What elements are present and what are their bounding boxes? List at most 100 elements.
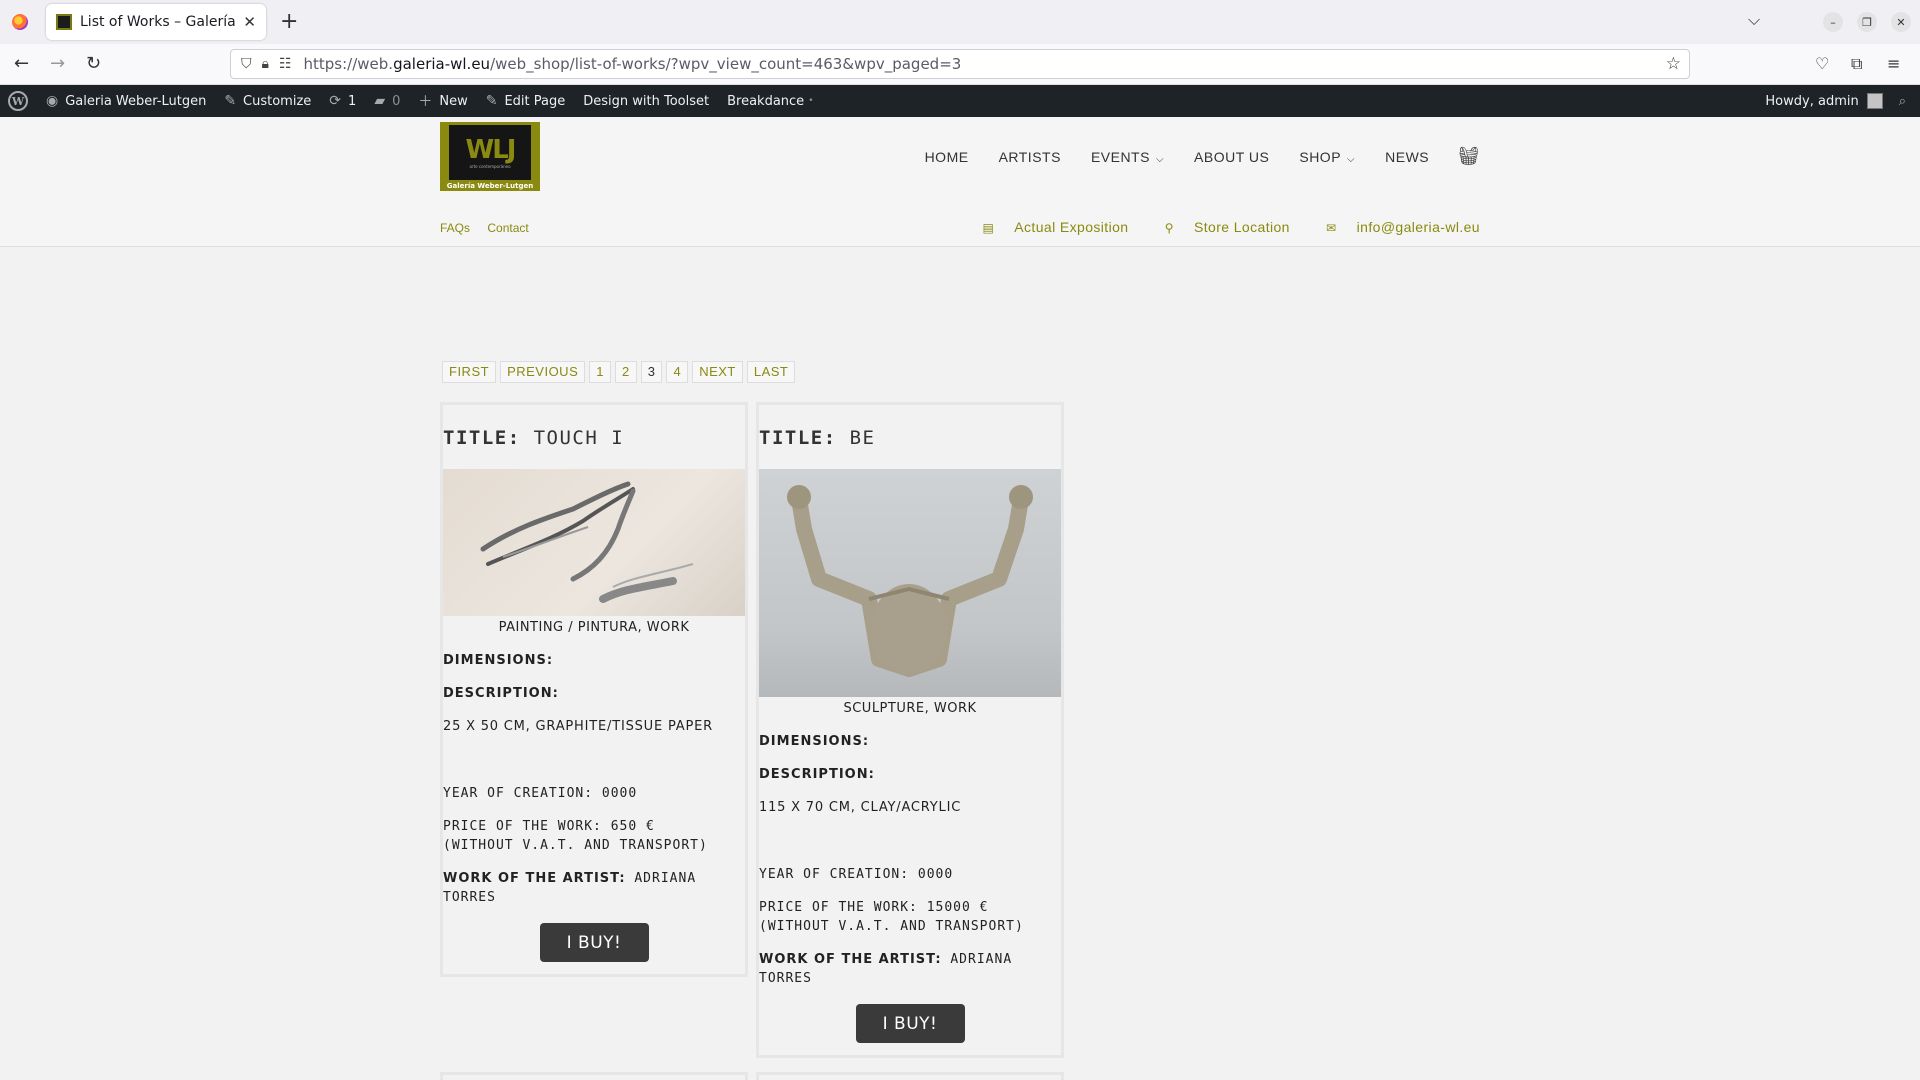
page-last[interactable]: LAST (746, 361, 796, 383)
updates-icon: ⟳ (329, 93, 342, 109)
map-pin-icon: ⚲ (1164, 221, 1174, 235)
bookmark-star-icon[interactable]: ☆ (1666, 54, 1681, 74)
work-year: YEAR OF CREATION: 0000 (443, 786, 638, 801)
document-icon: ▤ (982, 221, 995, 235)
secondary-nav: FAQs Contact (440, 221, 543, 235)
contact-link[interactable]: Contact (487, 221, 528, 235)
admin-updates[interactable]: ⟳ 1 (329, 93, 356, 109)
forward-arrow-icon[interactable]: → (50, 53, 65, 74)
comment-icon: ▰ (374, 93, 386, 109)
back-arrow-icon[interactable]: ← (14, 53, 29, 74)
firefox-icon (12, 14, 28, 30)
admin-customize[interactable]: ✎ Customize (224, 93, 311, 109)
reload-icon[interactable]: ↻ (86, 53, 101, 74)
chevron-down-icon: ⌵ (1347, 153, 1356, 165)
work-artist: WORK OF THE ARTIST: ADRIANA TORRES (443, 871, 697, 905)
pencil-icon: ✎ (485, 93, 498, 109)
work-category: SCULPTURE, WORK (843, 701, 977, 716)
admin-toolset[interactable]: Design with Toolset (583, 94, 709, 109)
menu-icon[interactable]: ≡ (1887, 54, 1900, 73)
main-nav: HOME ARTISTS EVENTS ⌵ ABOUT US SHOP ⌵ NEWS… (895, 146, 1480, 167)
admin-new[interactable]: ＋ New (418, 91, 467, 111)
tab-title: List of Works – Galería Weber-Lutgen (80, 14, 237, 30)
admin-breakdance[interactable]: Breakdance • (727, 94, 813, 109)
work-card: TITLE: TOUCH I PAINTING / PINTURA, WORK … (440, 402, 748, 977)
nav-news[interactable]: NEWS (1385, 149, 1429, 165)
page-4[interactable]: 4 (666, 361, 689, 383)
email-link[interactable]: ✉ info@galeria-wl.eu (1310, 219, 1480, 235)
search-icon[interactable]: ⌕ (1899, 94, 1906, 109)
envelope-icon: ✉ (1326, 221, 1337, 235)
page-2[interactable]: 2 (614, 361, 637, 383)
description-label: DESCRIPTION: (443, 686, 559, 701)
work-description: 25 X 50 CM, GRAPHITE/TISSUE PAPER (443, 719, 713, 734)
close-window-icon[interactable]: ✕ (1891, 12, 1911, 32)
browser-tabbar: List of Works – Galería Weber-Lutgen ✕ +… (0, 0, 1920, 44)
work-title: TITLE: TOUCH I (443, 427, 625, 449)
minimize-icon[interactable]: – (1823, 12, 1843, 32)
store-location-link[interactable]: ⚲ Store Location (1149, 219, 1290, 235)
work-price: PRICE OF THE WORK: 650 € (WITHOUT V.A.T.… (443, 819, 708, 853)
restore-icon[interactable]: ❐ (1857, 12, 1877, 32)
page-1[interactable]: 1 (589, 361, 611, 383)
chevron-down-icon: ⌵ (1155, 153, 1165, 165)
info-links: ▤ Actual Exposition ⚲ Store Location ✉ info… (951, 219, 1480, 235)
brush-icon: ✎ (224, 93, 237, 109)
buy-button[interactable]: I BUY! (855, 1004, 965, 1043)
nav-events[interactable]: EVENTS ⌵ (1091, 149, 1164, 165)
hands-drawing-image (480, 481, 694, 603)
avatar[interactable] (1866, 93, 1883, 109)
wp-admin-bar: W ◉ Galeria Weber-Lutgen ✎ Customize ⟳ 1 ▰ 0… (0, 85, 1920, 117)
page-3-current: 3 (640, 361, 663, 383)
nav-artists[interactable]: ARTISTS (999, 149, 1061, 165)
site-favicon-icon (56, 14, 72, 30)
sculpture-image (787, 485, 1033, 677)
admin-howdy[interactable]: Howdy, admin (1765, 94, 1858, 109)
site-header: WLJ arte contemporáneo Galería Weber-Lut… (0, 117, 1920, 247)
work-image[interactable] (759, 469, 1061, 697)
browser-navbar: ← → ↻ ⛉ 🔒︎ ☷ https://web.galeria-wl.eu/w… (0, 44, 1920, 85)
url-bar[interactable]: ⛉ 🔒︎ ☷ https://web.galeria-wl.eu/web_sho… (230, 49, 1690, 79)
nav-home[interactable]: HOME (925, 149, 969, 165)
url-text[interactable]: https://web.galeria-wl.eu/web_shop/list-… (304, 55, 962, 73)
shield-icon[interactable]: ⛉ (241, 56, 252, 72)
new-tab-icon[interactable]: + (280, 9, 298, 34)
pocket-icon[interactable]: ♡ (1815, 54, 1829, 73)
work-price: PRICE OF THE WORK: 15000 € (WITHOUT V.A.… (759, 900, 1024, 934)
faqs-link[interactable]: FAQs (440, 221, 470, 235)
work-artist: WORK OF THE ARTIST: ADRIANA TORRES (759, 952, 1013, 986)
logo-name: Galería Weber-Lutgen (446, 182, 534, 190)
pagination: FIRST PREVIOUS 1 2 3 4 NEXT LAST (442, 361, 799, 383)
admin-comments[interactable]: ▰ 0 (374, 93, 400, 109)
dashboard-icon: ◉ (46, 93, 59, 109)
site-logo[interactable]: WLJ arte contemporáneo Galería Weber-Lut… (440, 122, 540, 191)
work-image[interactable] (443, 469, 745, 616)
admin-edit-page[interactable]: ✎ Edit Page (486, 93, 566, 109)
lock-icon[interactable]: 🔒︎ (262, 56, 269, 72)
plus-icon: ＋ (418, 94, 433, 110)
dimensions-label: DIMENSIONS: (759, 734, 870, 749)
basket-icon[interactable]: 🧺︎ (1457, 146, 1480, 167)
browser-tab-active[interactable]: List of Works – Galería Weber-Lutgen ✕ (46, 4, 266, 40)
tab-list-chevron-icon[interactable]: ⌵ (1748, 10, 1760, 30)
permissions-icon[interactable]: ☷ (279, 56, 292, 72)
work-card: TITLE: BE SCULPTURE, WORK DIMENSIONS: DE… (756, 402, 1064, 1058)
work-description: 115 X 70 CM, CLAY/ACRYLIC (759, 800, 962, 815)
buy-button[interactable]: I BUY! (539, 923, 649, 962)
nav-shop[interactable]: SHOP ⌵ (1299, 149, 1355, 165)
logo-tagline: arte contemporáneo (469, 164, 511, 169)
dimensions-label: DIMENSIONS: (443, 653, 554, 668)
admin-site-name[interactable]: ◉ Galeria Weber-Lutgen (46, 93, 206, 109)
work-title: TITLE: BE (759, 427, 876, 449)
wordpress-logo-icon[interactable]: W (8, 91, 28, 111)
logo-mark: WLJ (465, 135, 517, 165)
page-first[interactable]: FIRST (442, 361, 497, 383)
page-next[interactable]: NEXT (692, 361, 743, 383)
description-label: DESCRIPTION: (759, 767, 875, 782)
tab-close-icon[interactable]: ✕ (243, 13, 256, 31)
nav-about[interactable]: ABOUT US (1194, 149, 1269, 165)
extensions-icon[interactable]: ⧉ (1851, 54, 1862, 74)
page-previous[interactable]: PREVIOUS (500, 361, 586, 383)
work-year: YEAR OF CREATION: 0000 (759, 867, 954, 882)
exposition-link[interactable]: ▤ Actual Exposition (967, 219, 1129, 235)
